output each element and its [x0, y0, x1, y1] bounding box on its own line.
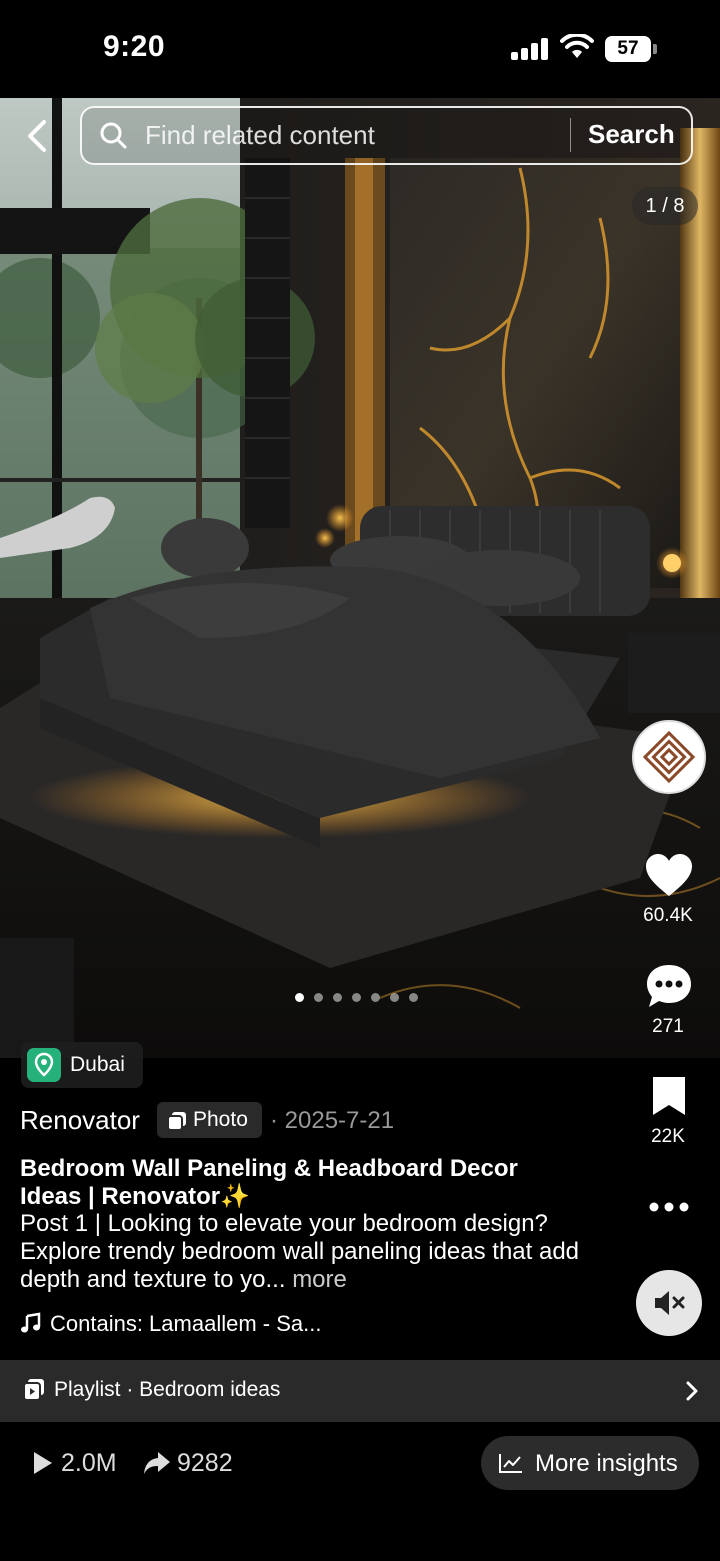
comment-bubble-icon[interactable]	[644, 962, 694, 1010]
search-icon	[100, 122, 127, 149]
more-insights-label[interactable]: More insights	[535, 1450, 678, 1478]
bedroom-photo-illustration	[0, 98, 720, 1058]
more-options-icon[interactable]	[648, 1200, 690, 1214]
music-label: Contains: Lamaallem - Sa...	[50, 1311, 322, 1336]
image-counter: 1 / 8	[632, 187, 698, 225]
comment-count: 271	[652, 1016, 684, 1037]
battery-cap	[653, 44, 657, 54]
author-name[interactable]: Renovator	[20, 1105, 140, 1136]
back-arrow-icon[interactable]	[22, 118, 56, 154]
search-divider	[570, 118, 571, 152]
more-link[interactable]: more	[292, 1266, 347, 1293]
mute-button[interactable]	[636, 1270, 702, 1336]
carousel-dot[interactable]	[409, 993, 418, 1002]
location-label: Dubai	[70, 1053, 125, 1076]
post-type-label: Photo	[193, 1108, 248, 1131]
search-button[interactable]: Search	[588, 119, 675, 150]
carousel-dot[interactable]	[390, 993, 399, 1002]
music-note-icon	[21, 1312, 41, 1333]
wifi-icon	[560, 34, 594, 58]
share-count-icon	[144, 1452, 170, 1474]
like-heart-icon[interactable]	[644, 852, 694, 898]
post-title: Bedroom Wall Paneling & Headboard Decor …	[20, 1155, 518, 1210]
chevron-right-icon	[686, 1381, 698, 1401]
carousel-dots	[295, 993, 418, 1003]
post-photo[interactable]	[0, 98, 720, 1058]
music-row[interactable]: Contains: Lamaallem - Sa...	[20, 1311, 321, 1337]
bookmark-icon[interactable]	[651, 1075, 687, 1117]
post-description[interactable]: Post 1 | Looking to elevate your bedroom…	[20, 1210, 580, 1294]
carousel-dot[interactable]	[352, 993, 361, 1002]
status-bar: 9:20 57	[0, 0, 720, 98]
photo-type-icon	[167, 1112, 186, 1131]
playlist-icon	[23, 1379, 44, 1401]
location-pin-icon	[27, 1048, 61, 1082]
carousel-dot[interactable]	[295, 993, 304, 1002]
carousel-dot[interactable]	[314, 993, 323, 1002]
battery-icon: 57	[605, 36, 651, 62]
play-count: 2.0M	[61, 1449, 117, 1477]
insights-chart-icon	[499, 1454, 522, 1473]
post-date: · 2025-7-21	[270, 1107, 395, 1134]
renovator-logo-icon	[642, 730, 696, 784]
status-time: 9:20	[103, 30, 166, 63]
cellular-signal-icon	[511, 38, 549, 60]
like-count: 60.4K	[643, 905, 693, 926]
search-input[interactable]: Find related content	[145, 120, 375, 151]
playlist-label: Playlist · Bedroom ideas	[54, 1378, 281, 1401]
share-count: 9282	[177, 1449, 233, 1477]
carousel-dot[interactable]	[371, 993, 380, 1002]
author-avatar[interactable]	[632, 720, 706, 794]
play-count-icon	[34, 1452, 52, 1474]
save-count: 22K	[651, 1126, 685, 1147]
carousel-dot[interactable]	[333, 993, 342, 1002]
speaker-muted-icon	[655, 1291, 685, 1315]
